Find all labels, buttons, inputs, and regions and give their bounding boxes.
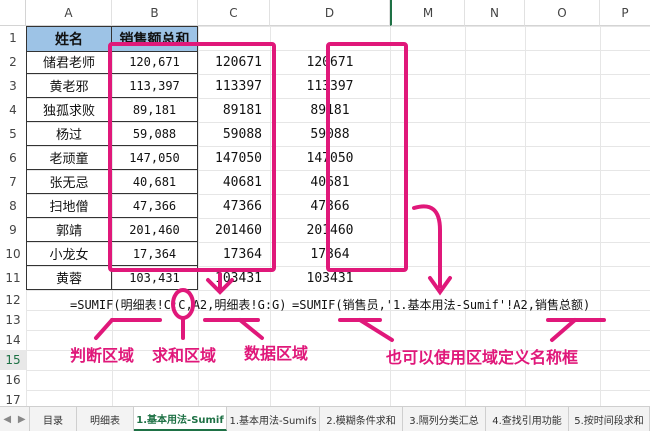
sales-c-cell[interactable]: 47366	[198, 194, 270, 218]
grid-hline	[26, 370, 650, 371]
sales-formatted-cell[interactable]: 40,681	[112, 170, 198, 194]
name-cell[interactable]: 老顽童	[26, 146, 112, 170]
column-header-b[interactable]: B	[112, 0, 198, 26]
sales-c-cell[interactable]: 89181	[198, 98, 270, 122]
name-cell[interactable]: 独孤求败	[26, 98, 112, 122]
sales-d-cell[interactable]: 59088	[270, 122, 390, 146]
sales-formatted-cell[interactable]: 147,050	[112, 146, 198, 170]
sales-d-cell[interactable]: 47366	[270, 194, 390, 218]
sales-formatted-cell[interactable]: 47,366	[112, 194, 198, 218]
sheet-tab[interactable]: 2.模糊条件求和	[320, 407, 403, 431]
sales-c-cell[interactable]: 147050	[198, 146, 270, 170]
sheet-tab[interactable]: 5.按时间段求和	[569, 407, 650, 431]
connector-data	[238, 318, 264, 340]
row-header-4[interactable]: 4	[0, 98, 26, 122]
sheet-tabs: 目录 明细表 1.基本用法-Sumif 1.基本用法-Sumifs 2.模糊条件求和 3.…	[30, 407, 650, 431]
sales-d-cell[interactable]: 120671	[270, 50, 390, 74]
column-header-o[interactable]: O	[525, 0, 600, 26]
formula-right[interactable]: =SUMIF(销售员,'1.基本用法-Sumif'!A2,销售总额)	[292, 296, 590, 313]
sales-d-cell[interactable]: 147050	[270, 146, 390, 170]
grid-vline	[600, 26, 601, 406]
sales-formatted-cell[interactable]: 59,088	[112, 122, 198, 146]
row-header-5[interactable]: 5	[0, 122, 26, 146]
tab-prev-icon[interactable]: ◀	[0, 407, 15, 431]
sales-c-cell[interactable]: 103431	[198, 266, 270, 290]
tab-next-icon[interactable]: ▶	[15, 407, 30, 431]
name-cell[interactable]: 张无忌	[26, 170, 112, 194]
note-sum-range: 求和区域	[152, 346, 217, 365]
name-cell[interactable]: 黄老邪	[26, 74, 112, 98]
name-cell[interactable]: 黄蓉	[26, 266, 112, 290]
sales-formatted-cell[interactable]: 89,181	[112, 98, 198, 122]
row-header-12[interactable]: 12	[0, 290, 26, 310]
column-header-d[interactable]: D	[270, 0, 390, 26]
row-header-16[interactable]: 16	[0, 370, 26, 390]
row-header-9[interactable]: 9	[0, 218, 26, 242]
row-header-1[interactable]: 1	[0, 26, 26, 50]
sales-formatted-cell[interactable]: 17,364	[112, 242, 198, 266]
sales-c-cell[interactable]: 120671	[198, 50, 270, 74]
sheet-tab[interactable]: 3.隔列分类汇总	[403, 407, 486, 431]
note-data-range: 数据区域	[244, 344, 309, 363]
sheet-tab[interactable]: 目录	[30, 407, 77, 431]
sales-c-cell[interactable]: 201460	[198, 218, 270, 242]
corner-cell[interactable]	[0, 0, 26, 26]
arrow-right-icon	[412, 204, 452, 296]
grid-hline	[26, 290, 650, 291]
row-header-15[interactable]: 15	[0, 350, 26, 370]
name-cell[interactable]: 郭靖	[26, 218, 112, 242]
column-header-c[interactable]: C	[198, 0, 270, 26]
row-header-13[interactable]: 13	[0, 310, 26, 330]
row-header-10[interactable]: 10	[0, 242, 26, 266]
grid-hline	[26, 390, 650, 391]
name-cell[interactable]: 杨过	[26, 122, 112, 146]
connector-criteria	[94, 318, 114, 340]
sales-d-cell[interactable]: 103431	[270, 266, 390, 290]
row-header-8[interactable]: 8	[0, 194, 26, 218]
sales-d-cell[interactable]: 40681	[270, 170, 390, 194]
note-criteria-range: 判断区域	[70, 346, 135, 365]
grid-hline	[26, 330, 650, 331]
sales-formatted-cell[interactable]: 120,671	[112, 50, 198, 74]
sales-d-cell[interactable]: 113397	[270, 74, 390, 98]
sheet-tab[interactable]: 明细表	[77, 407, 134, 431]
header-sales-cell[interactable]: 销售额总和	[112, 26, 198, 52]
row-header-7[interactable]: 7	[0, 170, 26, 194]
sales-d-cell[interactable]: 201460	[270, 218, 390, 242]
column-header-p[interactable]: P	[600, 0, 650, 26]
sales-formatted-cell[interactable]: 113,397	[112, 74, 198, 98]
sales-formatted-cell[interactable]: 103,431	[112, 266, 198, 290]
sales-d-cell[interactable]: 17364	[270, 242, 390, 266]
row-header-2[interactable]: 2	[0, 50, 26, 74]
row-header-11[interactable]: 11	[0, 266, 26, 290]
formula-left[interactable]: =SUMIF(明细表!C:C,A2,明细表!G:G)	[70, 296, 287, 313]
column-header-a[interactable]: A	[26, 0, 112, 26]
sheet-tab[interactable]: 4.查找引用功能	[486, 407, 569, 431]
sales-c-cell[interactable]: 17364	[198, 242, 270, 266]
name-cell[interactable]: 小龙女	[26, 242, 112, 266]
sales-c-cell[interactable]: 113397	[198, 74, 270, 98]
sales-formatted-cell[interactable]: 201,460	[112, 218, 198, 242]
row-header-14[interactable]: 14	[0, 330, 26, 350]
sheet-tab[interactable]: 1.基本用法-Sumif	[134, 407, 227, 431]
sales-d-cell[interactable]: 89181	[270, 98, 390, 122]
row-header-3[interactable]: 3	[0, 74, 26, 98]
row-header-6[interactable]: 6	[0, 146, 26, 170]
column-header-n[interactable]: N	[465, 0, 525, 26]
sales-c-cell[interactable]: 59088	[198, 122, 270, 146]
column-header-m[interactable]: M	[390, 0, 465, 26]
sheet-tab[interactable]: 1.基本用法-Sumifs	[227, 407, 320, 431]
name-cell[interactable]: 储君老师	[26, 50, 112, 74]
sales-c-cell[interactable]: 40681	[198, 170, 270, 194]
sheet-tab-bar: ◀ ▶ 目录 明细表 1.基本用法-Sumif 1.基本用法-Sumifs 2.模糊条件…	[0, 406, 650, 431]
name-cell[interactable]: 扫地僧	[26, 194, 112, 218]
note-name-box: 也可以使用区域定义名称框	[386, 348, 579, 367]
header-name-cell[interactable]: 姓名	[26, 26, 112, 52]
